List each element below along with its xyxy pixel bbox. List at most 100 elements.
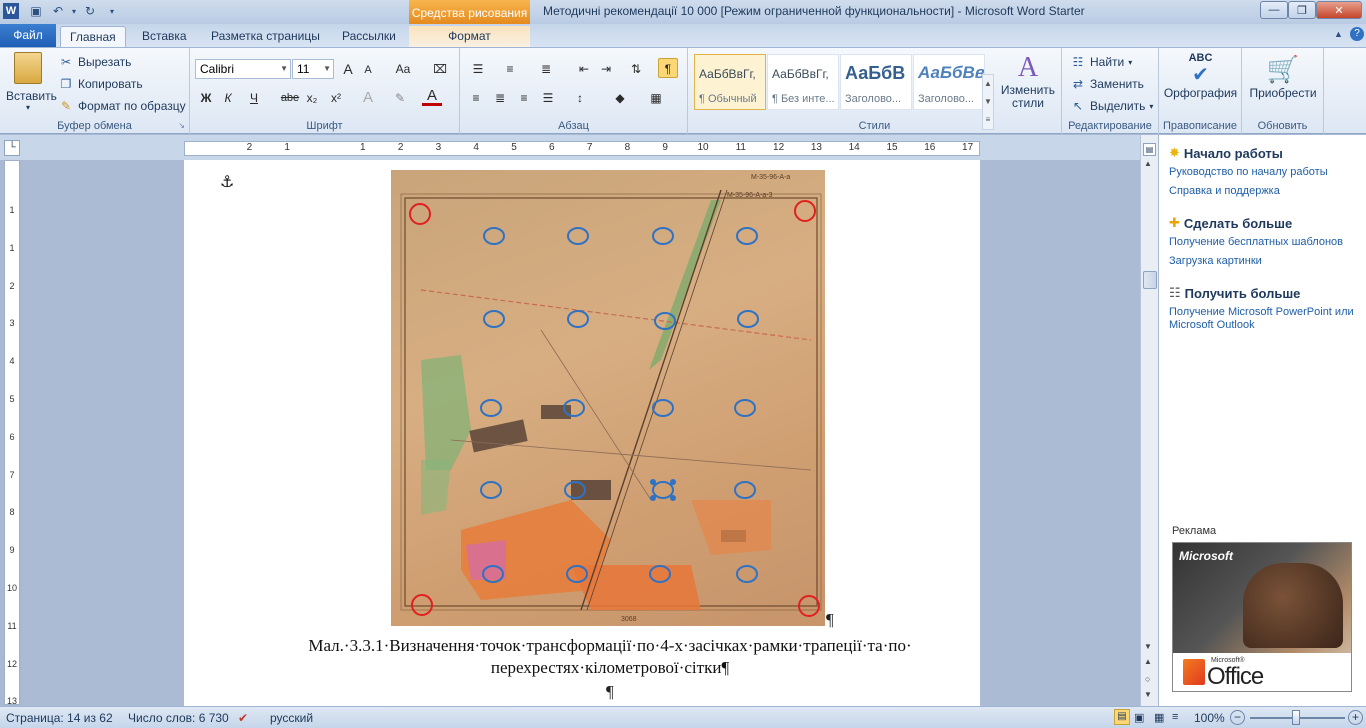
vertical-ruler-number: 7	[9, 469, 15, 480]
increase-indent-icon[interactable]: ⇥	[596, 59, 616, 79]
vertical-ruler-number: 3	[9, 318, 15, 329]
replace-button[interactable]: ⇄ Заменить	[1070, 76, 1144, 92]
underline-button[interactable]: Ч	[244, 88, 264, 108]
restore-button[interactable]: ❐	[1288, 1, 1316, 19]
zoom-in-icon[interactable]: +	[1348, 710, 1363, 725]
cut-button[interactable]: ✂ Вырезать	[58, 54, 131, 70]
link-powerpoint-outlook[interactable]: Получение Microsoft PowerPoint или Micro…	[1169, 306, 1359, 332]
style-heading-1[interactable]: АаБбВ Заголово...	[840, 54, 912, 110]
horizontal-ruler[interactable]: 2 1 1 2 3 4 5 6 7 8 9 10 11 12 13 14 15 16 17	[184, 141, 980, 156]
minimize-ribbon-icon[interactable]: ▲	[1334, 29, 1343, 39]
font-size-combo[interactable]: 11 ▼	[292, 59, 334, 79]
tab-format[interactable]: Формат	[409, 26, 530, 47]
status-bar: Страница: 14 из 62 Число слов: 6 730 ✔ р…	[0, 706, 1366, 728]
copy-button[interactable]: ❐ Копировать	[58, 76, 143, 92]
spelling-button[interactable]: ABC ✔ Орфография	[1159, 52, 1242, 100]
font-group: Calibri ▼ 11 ▼ A A Aa ⌧ Ж К Ч abe x₂ x² A …	[190, 48, 460, 134]
style-normal[interactable]: АаБбВвГг, ¶ Обычный	[694, 54, 766, 110]
multilevel-list-icon[interactable]: ≣	[536, 59, 556, 79]
align-left-icon[interactable]: ≡	[466, 88, 486, 108]
zoom-slider-thumb[interactable]	[1292, 710, 1300, 725]
superscript-button[interactable]: x²	[326, 88, 346, 108]
view-print-layout-icon[interactable]: ▤	[1114, 709, 1130, 725]
link-free-templates[interactable]: Получение бесплатных шаблонов	[1169, 236, 1359, 249]
change-styles-button[interactable]: A Изменить стили	[1000, 52, 1056, 110]
align-center-icon[interactable]: ≣	[490, 88, 510, 108]
text-effects-icon[interactable]: A	[358, 88, 378, 108]
next-page-icon[interactable]: ▼	[1144, 690, 1152, 699]
style-heading-2[interactable]: АаБбВв Заголово...	[913, 54, 985, 110]
style-no-spacing[interactable]: АаБбВвГг, ¶ Без инте...	[767, 54, 839, 110]
zoom-level[interactable]: 100%	[1194, 711, 1225, 725]
sort-icon[interactable]: ⇅	[626, 59, 646, 79]
show-formatting-button[interactable]: ¶	[658, 58, 678, 78]
italic-button[interactable]: К	[218, 88, 238, 108]
decrease-indent-icon[interactable]: ⇤	[574, 59, 594, 79]
vertical-scrollbar[interactable]: ▤ ▲ ▼ ▲ ○ ▼	[1140, 135, 1158, 706]
word-app-icon[interactable]: W	[3, 3, 19, 19]
browse-object-icon[interactable]: ○	[1145, 674, 1150, 684]
office-advertisement[interactable]: Microsoft Microsoft® Office	[1172, 542, 1352, 692]
align-right-icon[interactable]: ≡	[514, 88, 534, 108]
scroll-thumb[interactable]	[1143, 271, 1157, 289]
tab-file[interactable]: Файл	[0, 24, 56, 47]
word-count[interactable]: Число слов: 6 730	[128, 711, 229, 725]
line-spacing-icon[interactable]: ↕	[570, 88, 590, 108]
find-button[interactable]: ☷ Найти ▾	[1070, 54, 1133, 70]
subscript-button[interactable]: x₂	[302, 88, 322, 108]
purchase-button[interactable]: 🛒 Приобрести	[1242, 52, 1324, 100]
tab-mailings[interactable]: Рассылки	[333, 26, 405, 47]
scroll-down-icon[interactable]: ▼	[1144, 642, 1152, 651]
link-getting-started-guide[interactable]: Руководство по началу работы	[1169, 166, 1359, 179]
view-web-layout-icon[interactable]: ▦	[1154, 711, 1164, 724]
tab-selector-icon[interactable]: └	[4, 140, 20, 156]
tab-page-layout[interactable]: Разметка страницы	[202, 26, 329, 47]
grow-font-button[interactable]: A	[338, 59, 358, 79]
help-icon[interactable]: ?	[1350, 27, 1364, 41]
scroll-up-icon[interactable]: ▲	[1144, 159, 1152, 168]
change-case-button[interactable]: Aa	[390, 59, 416, 79]
cart-add-icon: ☷	[1169, 285, 1181, 300]
bullets-icon[interactable]: ☰	[468, 59, 488, 79]
format-painter-button[interactable]: ✎ Формат по образцу	[58, 98, 186, 114]
ruler-toggle-icon[interactable]: ▤	[1143, 143, 1156, 156]
link-clip-art[interactable]: Загрузка картинки	[1169, 255, 1359, 268]
font-color-icon[interactable]: A	[422, 86, 442, 106]
strikethrough-button[interactable]: abe	[278, 88, 302, 108]
language-indicator[interactable]: русский	[270, 711, 313, 725]
justify-icon[interactable]: ☰	[538, 88, 558, 108]
clipboard-launcher-icon[interactable]: ↘	[178, 121, 185, 130]
topographic-map-image[interactable]: М-35-96-А-а М-35-96-А-а-3 3068	[391, 170, 825, 626]
ruler-number: 3	[435, 142, 442, 153]
font-name-combo[interactable]: Calibri ▼	[195, 59, 291, 79]
close-button[interactable]: ✕	[1316, 1, 1362, 19]
figure-caption[interactable]: Мал.·3.3.1·Визначення·точок·трансформаці…	[230, 635, 990, 679]
previous-page-icon[interactable]: ▲	[1144, 657, 1152, 666]
view-full-screen-icon[interactable]: ▣	[1134, 711, 1144, 724]
shrink-font-button[interactable]: A	[358, 60, 378, 80]
shading-icon[interactable]: ◆	[610, 88, 630, 108]
highlight-icon[interactable]: ✎	[390, 88, 410, 108]
page-count[interactable]: Страница: 14 из 62	[6, 711, 113, 725]
undo-dropdown-icon[interactable]: ▾	[66, 3, 82, 19]
anchor-icon[interactable]: ⚓	[220, 172, 234, 192]
customize-qat-icon[interactable]: ▾	[104, 3, 120, 19]
link-help-support[interactable]: Справка и поддержка	[1169, 185, 1359, 198]
bold-button[interactable]: Ж	[196, 88, 216, 108]
zoom-out-icon[interactable]: −	[1230, 710, 1245, 725]
borders-icon[interactable]: ▦	[646, 88, 666, 108]
vertical-ruler-number: 13	[6, 696, 17, 707]
select-button[interactable]: ↖ Выделить ▾	[1070, 98, 1153, 114]
save-icon[interactable]: ▣	[28, 3, 44, 19]
minimize-button[interactable]: —	[1260, 1, 1288, 19]
clear-formatting-icon[interactable]: ⌧	[430, 59, 450, 79]
numbering-icon[interactable]: ≡	[500, 59, 520, 79]
redo-icon[interactable]: ↻	[82, 3, 98, 19]
undo-icon[interactable]: ↶	[50, 3, 66, 19]
proofing-status-icon[interactable]: ✔	[238, 711, 248, 725]
vertical-ruler[interactable]: 11234567891011121314	[4, 160, 20, 707]
tab-home[interactable]: Главная	[60, 26, 126, 47]
paste-button[interactable]: Вставить ▾	[6, 52, 57, 114]
tab-insert[interactable]: Вставка	[133, 26, 196, 47]
view-draft-icon[interactable]: ≡	[1172, 711, 1178, 723]
